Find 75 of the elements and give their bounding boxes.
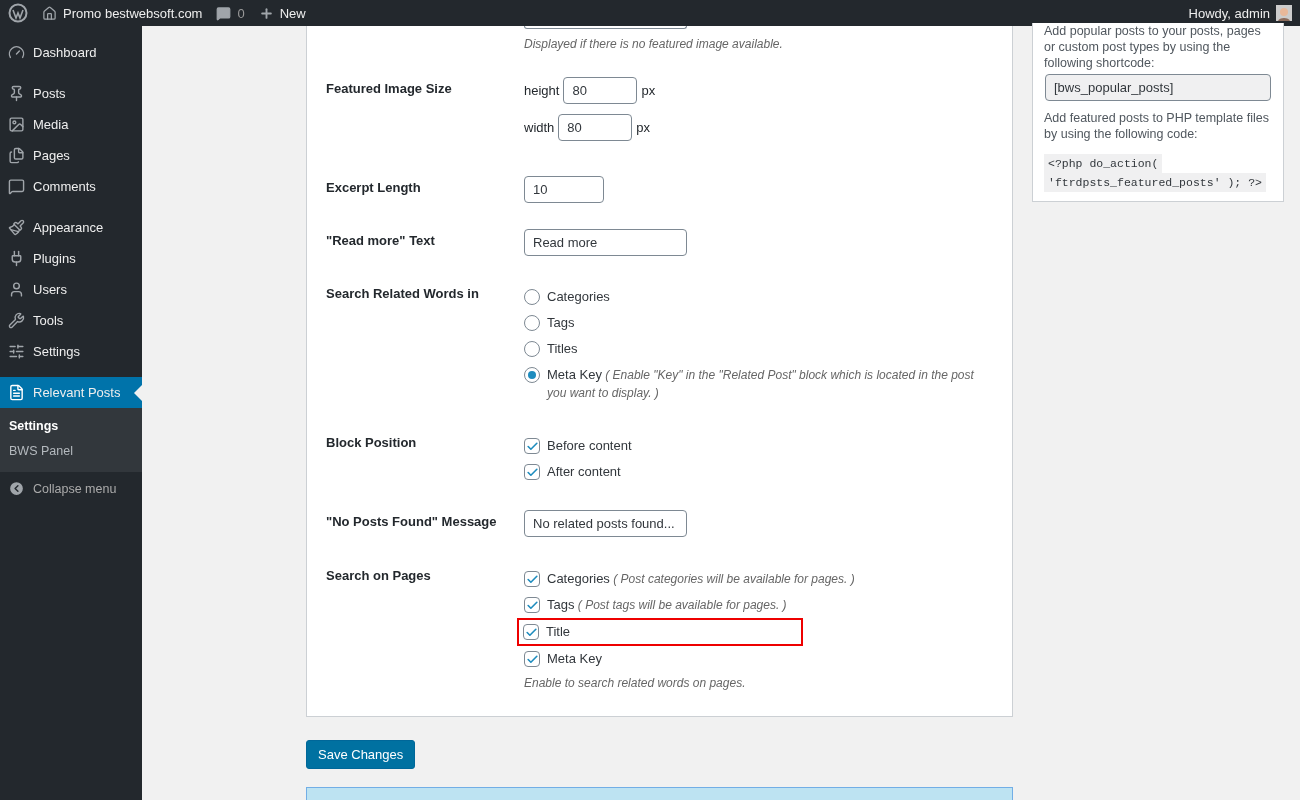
files-icon — [8, 147, 25, 164]
code-snippet: <?php do_action( — [1044, 154, 1163, 173]
checkbox[interactable] — [524, 438, 540, 454]
text-field[interactable] — [524, 26, 687, 29]
avatar-icon — [1276, 5, 1292, 21]
text-field[interactable]: Read more — [524, 229, 687, 256]
home-icon — [42, 5, 57, 21]
number-field[interactable]: 80 — [558, 114, 633, 141]
option-label: After content — [547, 463, 621, 481]
option-label: Categories ( Post categories will be available for pages. ) — [547, 570, 855, 588]
collapse-menu-button[interactable]: Collapse menu — [0, 472, 142, 505]
text-field[interactable]: No related posts found... — [524, 510, 687, 537]
site-link[interactable]: Promo bestwebsoft.com — [42, 5, 203, 21]
number-field[interactable]: 10 — [524, 176, 604, 203]
menu-item[interactable]: Tools — [0, 305, 142, 336]
new-link[interactable]: New — [258, 5, 306, 21]
option-label: Categories — [547, 288, 610, 306]
hint-text: Displayed if there is no featured image available. — [524, 37, 784, 51]
option-label: Titles — [547, 340, 578, 358]
option-label: Tags ( Post tags will be available for pages. ) — [547, 596, 787, 614]
speech-bubble-icon — [8, 178, 25, 195]
code-snippet: 'ftrdpsts_featured_posts' ); ?> — [1044, 173, 1266, 192]
menu-item[interactable]: Users — [0, 274, 142, 305]
menu-item[interactable]: Settings — [0, 336, 142, 367]
number-field[interactable]: 80 — [563, 77, 638, 104]
checkbox[interactable] — [524, 571, 540, 587]
checkbox[interactable] — [524, 597, 540, 613]
setting-label: Block Position — [326, 434, 418, 452]
plus-icon — [258, 5, 274, 21]
submenu-item[interactable]: Settings — [0, 414, 142, 439]
menu-item[interactable]: Media — [0, 109, 142, 140]
checkbox[interactable] — [524, 464, 540, 480]
user-icon — [8, 281, 25, 298]
option-label: Meta Key ( Enable "Key" in the "Related Post" block which is located in the post you want to display. ) — [547, 366, 975, 402]
setting-label: Search Related Words in — [326, 285, 480, 303]
pin-icon — [8, 85, 25, 102]
widget-text: Add featured posts to PHP template files by using the following code: — [1044, 110, 1270, 142]
setting-label: "No Posts Found" Message — [326, 513, 498, 531]
field-label: height — [524, 83, 560, 98]
menu-item[interactable]: Posts — [0, 78, 142, 109]
speech-bubble-icon — [216, 5, 232, 21]
setting-label: Excerpt Length — [326, 179, 422, 197]
menu-item[interactable]: Dashboard — [0, 37, 142, 68]
save-button[interactable]: Save Changes — [306, 740, 416, 769]
unit-label: px — [641, 83, 656, 98]
widget-text: Add popular posts to your posts, pages or custom post types by using the following shortcode: — [1044, 23, 1262, 71]
collapse-icon — [8, 480, 25, 497]
submenu-item[interactable]: BWS Panel — [0, 439, 142, 464]
setting-label: "Read more" Text — [326, 232, 436, 250]
checkbox[interactable] — [523, 624, 539, 640]
paintbrush-icon — [8, 219, 25, 236]
hint-text: Enable to search related words on pages. — [524, 676, 747, 690]
document-icon — [8, 384, 25, 401]
account-link[interactable]: Howdy, admin — [1188, 5, 1292, 21]
logo-icon[interactable] — [8, 3, 28, 23]
field-label: width — [524, 120, 555, 135]
option-label: Title — [546, 623, 571, 641]
comments-link[interactable]: 0 — [216, 5, 245, 21]
menu-item[interactable]: Comments — [0, 171, 142, 202]
checkbox[interactable] — [524, 651, 540, 667]
option-label: Before content — [547, 437, 632, 455]
shortcode-field[interactable]: [bws_popular_posts] — [1045, 74, 1271, 101]
option-label: Tags — [547, 314, 575, 332]
menu-item[interactable]: Relevant Posts — [0, 377, 142, 408]
unit-label: px — [636, 120, 651, 135]
setting-label: Search on Pages — [326, 567, 432, 585]
setting-label: Featured Image Size — [326, 80, 453, 98]
wrench-icon — [8, 312, 25, 329]
menu-item[interactable]: Pages — [0, 140, 142, 171]
menu-item[interactable]: Plugins — [0, 243, 142, 274]
image-icon — [8, 116, 25, 133]
gauge-icon — [8, 44, 25, 61]
sliders-icon — [8, 343, 25, 360]
option-label: Meta Key — [547, 650, 602, 668]
menu-item[interactable]: Appearance — [0, 212, 142, 243]
